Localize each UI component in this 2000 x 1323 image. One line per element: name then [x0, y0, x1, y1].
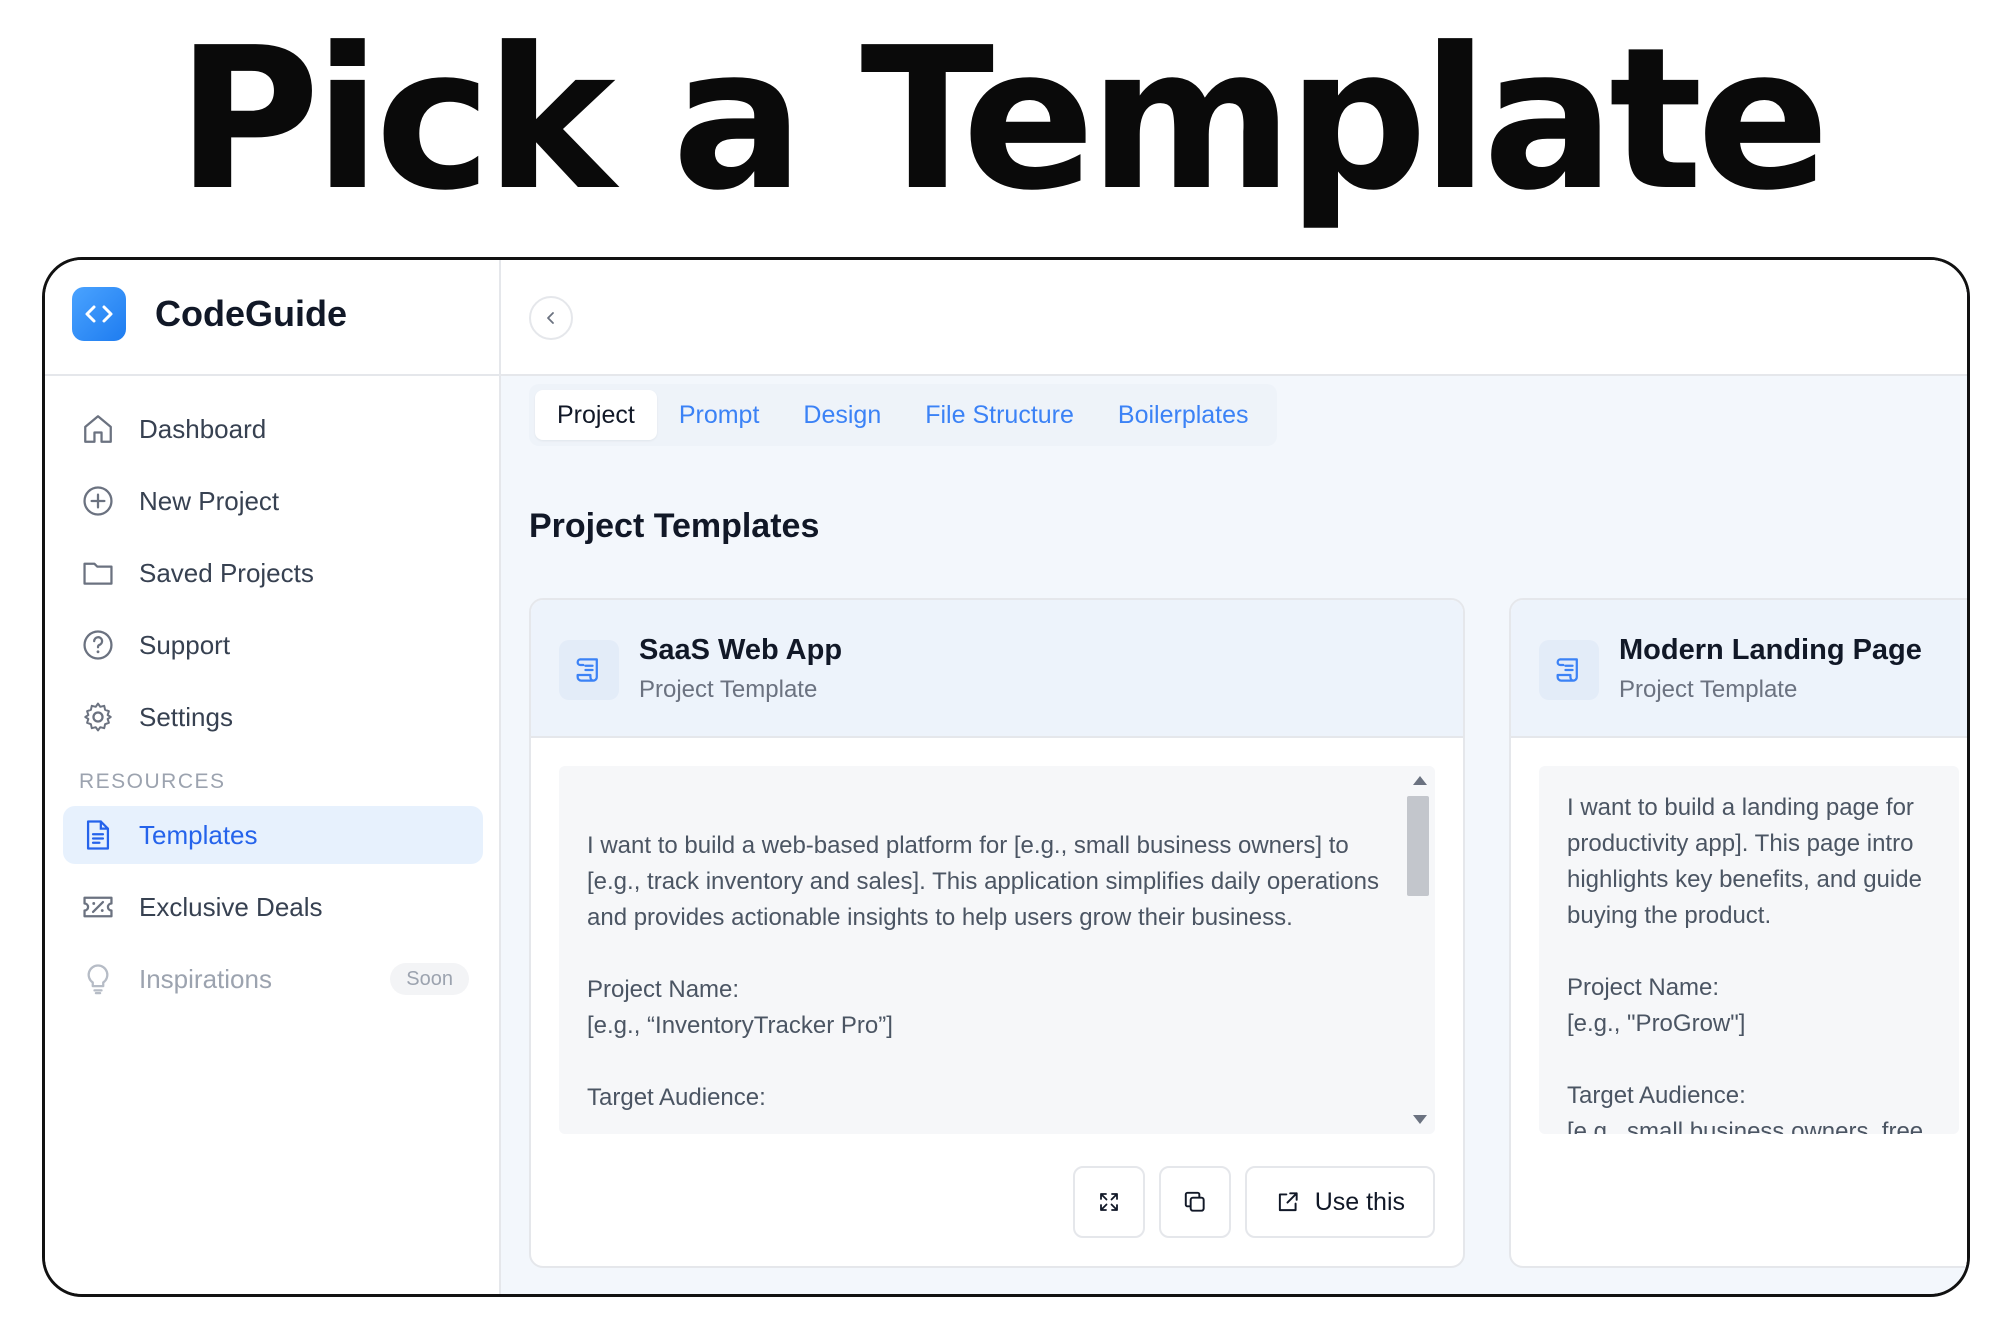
sidebar-item-label: Dashboard: [139, 413, 267, 444]
prompt-preview[interactable]: I want to build a web-based platform for…: [559, 766, 1435, 1134]
scroll-icon: [1539, 640, 1599, 700]
card-title: SaaS Web App: [639, 634, 843, 666]
help-circle-icon: [83, 630, 113, 660]
scroll-down-arrow-icon[interactable]: [1413, 1115, 1427, 1124]
sidebar-item-label: Templates: [139, 819, 258, 850]
sidebar: CodeGuide Dashboard New Project Saved Pr…: [45, 260, 501, 1294]
copy-button[interactable]: [1158, 1166, 1231, 1238]
prompt-text: I want to build a landing page for produ…: [1567, 794, 1924, 1134]
code-brackets-icon[interactable]: [72, 287, 126, 341]
section-title: Project Templates: [529, 507, 820, 545]
card-subtitle: Project Template: [1619, 676, 1798, 703]
prompt-scrollbar[interactable]: [1405, 766, 1435, 1134]
expand-icon: [1099, 1193, 1118, 1211]
hero-title: Pick a Template: [176, 6, 1829, 234]
sidebar-item-label: New Project: [139, 485, 280, 516]
brand-header: CodeGuide: [45, 260, 501, 376]
template-tabs: Project Prompt Design File Structure Boi…: [529, 384, 1277, 446]
sidebar-item-saved-projects[interactable]: Saved Projects: [63, 544, 483, 602]
sidebar-item-new-project[interactable]: New Project: [63, 472, 483, 530]
sidebar-item-label: Saved Projects: [139, 557, 314, 588]
sidebar-item-label: Exclusive Deals: [139, 891, 323, 922]
ticket-icon: [83, 896, 113, 918]
prompt-preview[interactable]: I want to build a landing page for produ…: [1539, 766, 1959, 1134]
gear-icon: [84, 702, 112, 732]
tab-design[interactable]: Design: [781, 390, 903, 440]
card-header: SaaS Web App Project Template: [531, 600, 1463, 738]
scrollbar-thumb[interactable]: [1407, 796, 1429, 896]
sidebar-item-label: Inspirations: [139, 963, 272, 994]
scroll-up-arrow-icon[interactable]: [1413, 776, 1427, 785]
sidebar-item-templates[interactable]: Templates: [63, 806, 483, 864]
brand-name: CodeGuide: [155, 293, 348, 334]
external-link-icon: [1278, 1192, 1298, 1212]
sidebar-item-exclusive-deals[interactable]: Exclusive Deals: [63, 878, 483, 936]
soon-badge: Soon: [390, 963, 469, 995]
card-title: Modern Landing Page: [1619, 634, 1922, 666]
lightbulb-icon: [87, 964, 109, 995]
sidebar-item-settings[interactable]: Settings: [63, 688, 483, 746]
app-window: CodeGuide Dashboard New Project Saved Pr…: [42, 257, 1970, 1297]
sidebar-item-label: Settings: [139, 701, 233, 732]
tab-boilerplates[interactable]: Boilerplates: [1096, 390, 1271, 440]
sidebar-section-resources: RESOURCES: [79, 770, 226, 793]
use-template-label: Use this: [1314, 1187, 1405, 1216]
sidebar-nav: Dashboard New Project Saved Projects Sup…: [63, 400, 483, 1022]
tab-prompt[interactable]: Prompt: [657, 390, 782, 440]
document-icon: [86, 820, 110, 850]
sidebar-item-inspirations: Inspirations Soon: [63, 950, 483, 1008]
use-template-button[interactable]: Use this: [1244, 1166, 1435, 1238]
sidebar-item-dashboard[interactable]: Dashboard: [63, 400, 483, 458]
expand-button[interactable]: [1072, 1166, 1145, 1238]
home-icon: [84, 415, 112, 443]
card-subtitle: Project Template: [639, 676, 818, 703]
top-bar: [501, 260, 1967, 376]
card-actions: Use this: [1072, 1166, 1435, 1238]
chevron-left-icon: [547, 312, 554, 324]
scroll-icon: [559, 640, 619, 700]
template-card: SaaS Web App Project Template I want to …: [529, 598, 1465, 1268]
tab-file-structure[interactable]: File Structure: [903, 390, 1096, 440]
copy-icon: [1184, 1191, 1205, 1212]
main-content: Project Prompt Design File Structure Boi…: [501, 260, 1967, 1294]
collapse-sidebar-button[interactable]: [529, 296, 573, 340]
folder-icon: [83, 562, 113, 585]
plus-circle-icon: [83, 486, 113, 516]
template-card: Modern Landing Page Project Template I w…: [1509, 598, 1967, 1268]
sidebar-item-label: Support: [139, 629, 231, 660]
card-header: Modern Landing Page Project Template: [1511, 600, 1967, 738]
tab-project[interactable]: Project: [535, 390, 657, 440]
sidebar-item-support[interactable]: Support: [63, 616, 483, 674]
prompt-text: I want to build a web-based platform for…: [587, 832, 1379, 1111]
